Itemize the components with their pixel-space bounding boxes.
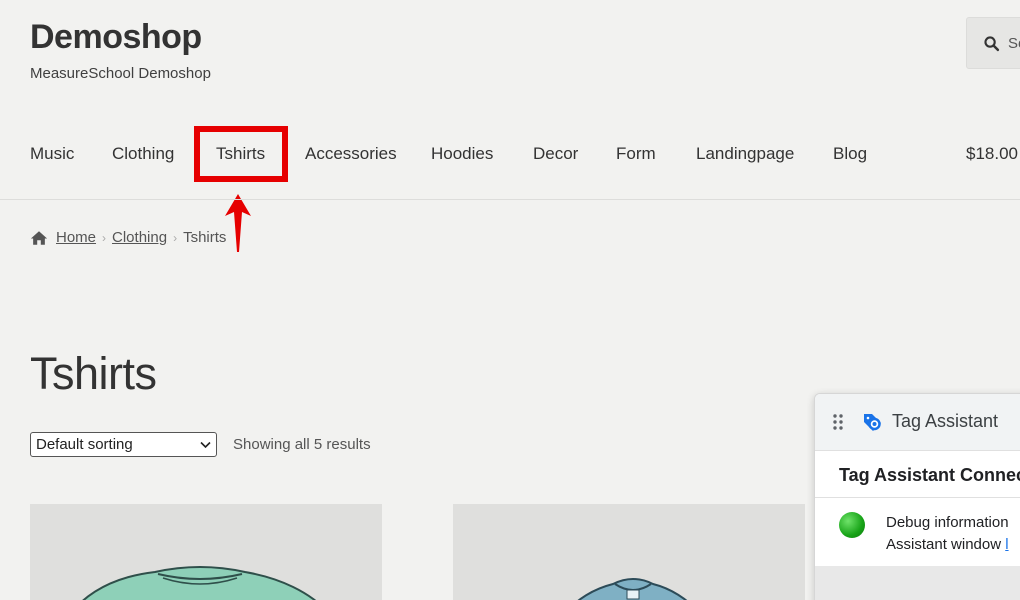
cart-total[interactable]: $18.00 xyxy=(966,144,1018,164)
tag-assistant-message-line1: Debug information xyxy=(886,514,1009,531)
breadcrumb: Home › Clothing › Tshirts xyxy=(30,229,226,246)
tshirt-blue-image xyxy=(577,578,688,600)
up-arrow-annotation xyxy=(225,194,251,252)
nav-item-decor[interactable]: Decor xyxy=(533,144,578,164)
tag-assistant-panel: Tag Assistant Tag Assistant Connec Debug… xyxy=(814,393,1020,600)
product-card[interactable] xyxy=(453,504,805,600)
search-icon xyxy=(984,35,1000,51)
tag-assistant-connected-title: Tag Assistant Connec xyxy=(839,465,1020,485)
nav-item-music[interactable]: Music xyxy=(30,144,74,164)
tag-assistant-status-bar: Tag Assistant Connec xyxy=(815,450,1020,498)
tag-assistant-message-line2: Assistant window l xyxy=(886,536,1009,553)
nav-item-clothing[interactable]: Clothing xyxy=(112,144,174,164)
tshirt-green-image xyxy=(82,566,317,600)
breadcrumb-separator-icon: › xyxy=(102,230,107,245)
status-dot-icon xyxy=(839,512,865,538)
tag-assistant-title: Tag Assistant xyxy=(892,411,999,431)
chevron-down-icon xyxy=(200,441,211,448)
breadcrumb-separator-icon: › xyxy=(173,230,178,245)
tag-assistant-logo-icon xyxy=(864,414,881,431)
result-count: Showing all 5 results xyxy=(233,436,371,453)
breadcrumb-clothing[interactable]: Clothing xyxy=(112,229,167,246)
tag-assistant-footer xyxy=(815,566,1020,600)
tag-assistant-link[interactable]: l xyxy=(1005,536,1008,553)
search-placeholder: Se xyxy=(1008,34,1020,52)
nav-item-hoodies[interactable]: Hoodies xyxy=(431,144,493,164)
header-divider xyxy=(0,199,1020,200)
site-title[interactable]: Demoshop xyxy=(30,18,202,57)
primary-nav: Music Clothing Tshirts Accessories Hoodi… xyxy=(0,136,1020,176)
breadcrumb-current: Tshirts xyxy=(183,229,227,246)
site-tagline: MeasureSchool Demoshop xyxy=(30,65,211,82)
breadcrumb-home[interactable]: Home xyxy=(56,229,96,246)
home-icon xyxy=(30,230,48,245)
drag-handle-icon[interactable] xyxy=(833,414,843,430)
product-card[interactable] xyxy=(30,504,382,600)
highlight-box xyxy=(194,126,288,182)
nav-item-form[interactable]: Form xyxy=(616,144,656,164)
tag-assistant-message-line2-text: Assistant window xyxy=(886,536,1002,553)
sort-select-value: Default sorting xyxy=(36,436,133,453)
nav-item-blog[interactable]: Blog xyxy=(833,144,867,164)
tag-assistant-header: Tag Assistant xyxy=(815,394,1020,450)
sort-select[interactable]: Default sorting xyxy=(30,432,217,457)
nav-item-accessories[interactable]: Accessories xyxy=(305,144,397,164)
search-box[interactable]: Se xyxy=(966,17,1020,69)
page-title: Tshirts xyxy=(30,348,157,399)
nav-item-landingpage[interactable]: Landingpage xyxy=(696,144,794,164)
